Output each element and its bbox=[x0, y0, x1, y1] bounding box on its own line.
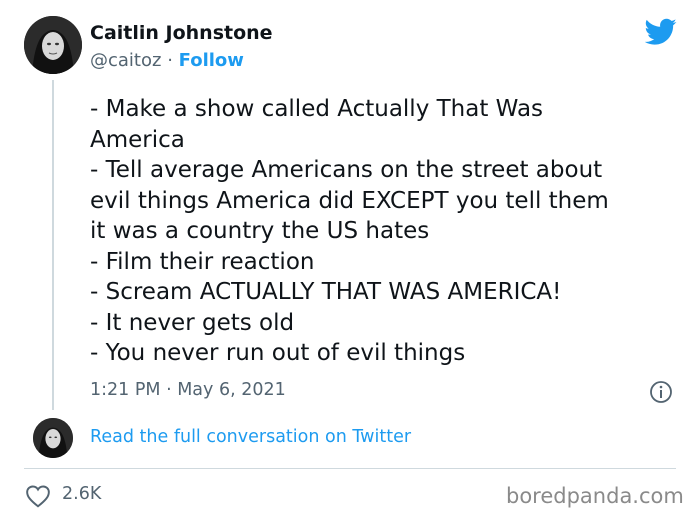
tweet-line: evil things America did EXCEPT you tell … bbox=[90, 187, 609, 214]
read-conversation-link[interactable]: Read the full conversation on Twitter bbox=[90, 427, 411, 447]
twitter-bird-icon[interactable] bbox=[645, 18, 677, 46]
follow-button[interactable]: Follow bbox=[179, 50, 244, 71]
divider bbox=[24, 468, 676, 469]
info-icon[interactable] bbox=[649, 380, 673, 404]
thread-line bbox=[52, 80, 54, 410]
tweet-line: it was a country the US hates bbox=[90, 218, 430, 244]
tweet-line: - Scream ACTUALLY THAT WAS AMERICA! bbox=[90, 279, 562, 305]
separator: · bbox=[167, 50, 173, 71]
tweet-line: - Tell average Americans on the street a… bbox=[90, 157, 603, 183]
author-handle-row: @caitoz · Follow bbox=[90, 50, 244, 71]
tweet-line: - It never gets old bbox=[90, 309, 295, 336]
conversation-avatar bbox=[33, 418, 73, 458]
author-name[interactable]: Caitlin Johnstone bbox=[90, 22, 273, 44]
watermark: boredpanda.com bbox=[506, 484, 684, 508]
likes-count[interactable]: 2.6K bbox=[62, 484, 101, 504]
heart-icon[interactable] bbox=[25, 484, 51, 508]
tweet-timestamp[interactable]: 1:21 PM · May 6, 2021 bbox=[90, 380, 286, 400]
tweet-line: - You never run out of evil things bbox=[90, 340, 466, 366]
tweet-text: - Make a show called Actually That Was A… bbox=[90, 94, 680, 369]
tweet-line: America bbox=[90, 126, 185, 153]
tweet-line: - Film their reaction bbox=[90, 248, 315, 275]
author-avatar[interactable] bbox=[24, 16, 82, 74]
author-handle[interactable]: @caitoz bbox=[90, 50, 161, 71]
tweet-line: - Make a show called Actually That Was bbox=[90, 96, 544, 122]
